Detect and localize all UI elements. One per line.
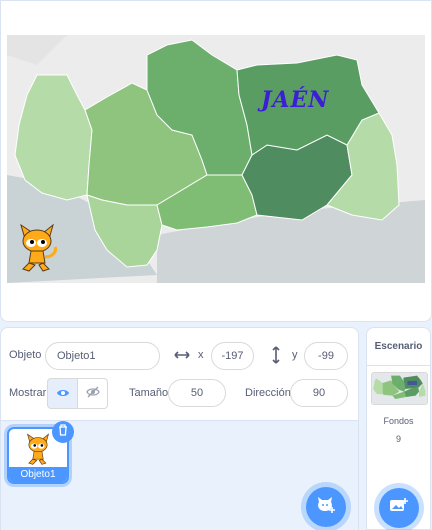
backdrop-thumbnail[interactable] bbox=[371, 372, 428, 405]
cat-plus-icon bbox=[316, 496, 336, 519]
sprite-name-label: Objeto bbox=[9, 349, 42, 361]
image-plus-icon bbox=[389, 497, 409, 520]
show-label: Mostrar bbox=[9, 387, 47, 399]
vertical-arrows-icon bbox=[269, 345, 283, 365]
y-input[interactable]: -99 bbox=[304, 342, 348, 370]
stage-selector[interactable]: Escenario Fondos 9 bbox=[366, 327, 431, 530]
eye-icon bbox=[56, 385, 70, 403]
hide-sprite-button[interactable] bbox=[77, 378, 108, 409]
size-label: Tamaño bbox=[129, 387, 169, 399]
backdrops-label: Fondos bbox=[383, 416, 414, 426]
choose-backdrop-button[interactable] bbox=[379, 488, 419, 528]
x-input[interactable]: -197 bbox=[211, 342, 254, 370]
choose-sprite-button[interactable] bbox=[306, 487, 346, 527]
eye-slash-icon bbox=[85, 385, 100, 403]
show-sprite-button[interactable] bbox=[47, 378, 78, 409]
direction-input[interactable]: 90 bbox=[290, 379, 348, 407]
y-label: y bbox=[292, 349, 298, 361]
stage-selector-title: Escenario bbox=[367, 328, 430, 366]
sprite-name-input[interactable]: Objeto1 bbox=[45, 342, 160, 370]
horizontal-arrows-icon bbox=[173, 347, 191, 363]
sprite-info-panel: Objeto Objeto1 x -197 y -99 Mostrar Tama… bbox=[0, 327, 359, 421]
size-input[interactable]: 50 bbox=[168, 379, 226, 407]
stage-panel: JAÉN bbox=[0, 0, 432, 322]
backdrops-count: 9 bbox=[395, 434, 401, 444]
direction-label: Dirección bbox=[245, 387, 291, 399]
delete-sprite-button[interactable] bbox=[52, 421, 74, 443]
sprite-tile-name: Objeto1 bbox=[9, 467, 67, 482]
trash-icon bbox=[58, 423, 68, 441]
map-label-jaen: JAÉN bbox=[261, 87, 330, 113]
x-label: x bbox=[198, 349, 204, 361]
stage-canvas[interactable]: JAÉN bbox=[7, 35, 425, 283]
